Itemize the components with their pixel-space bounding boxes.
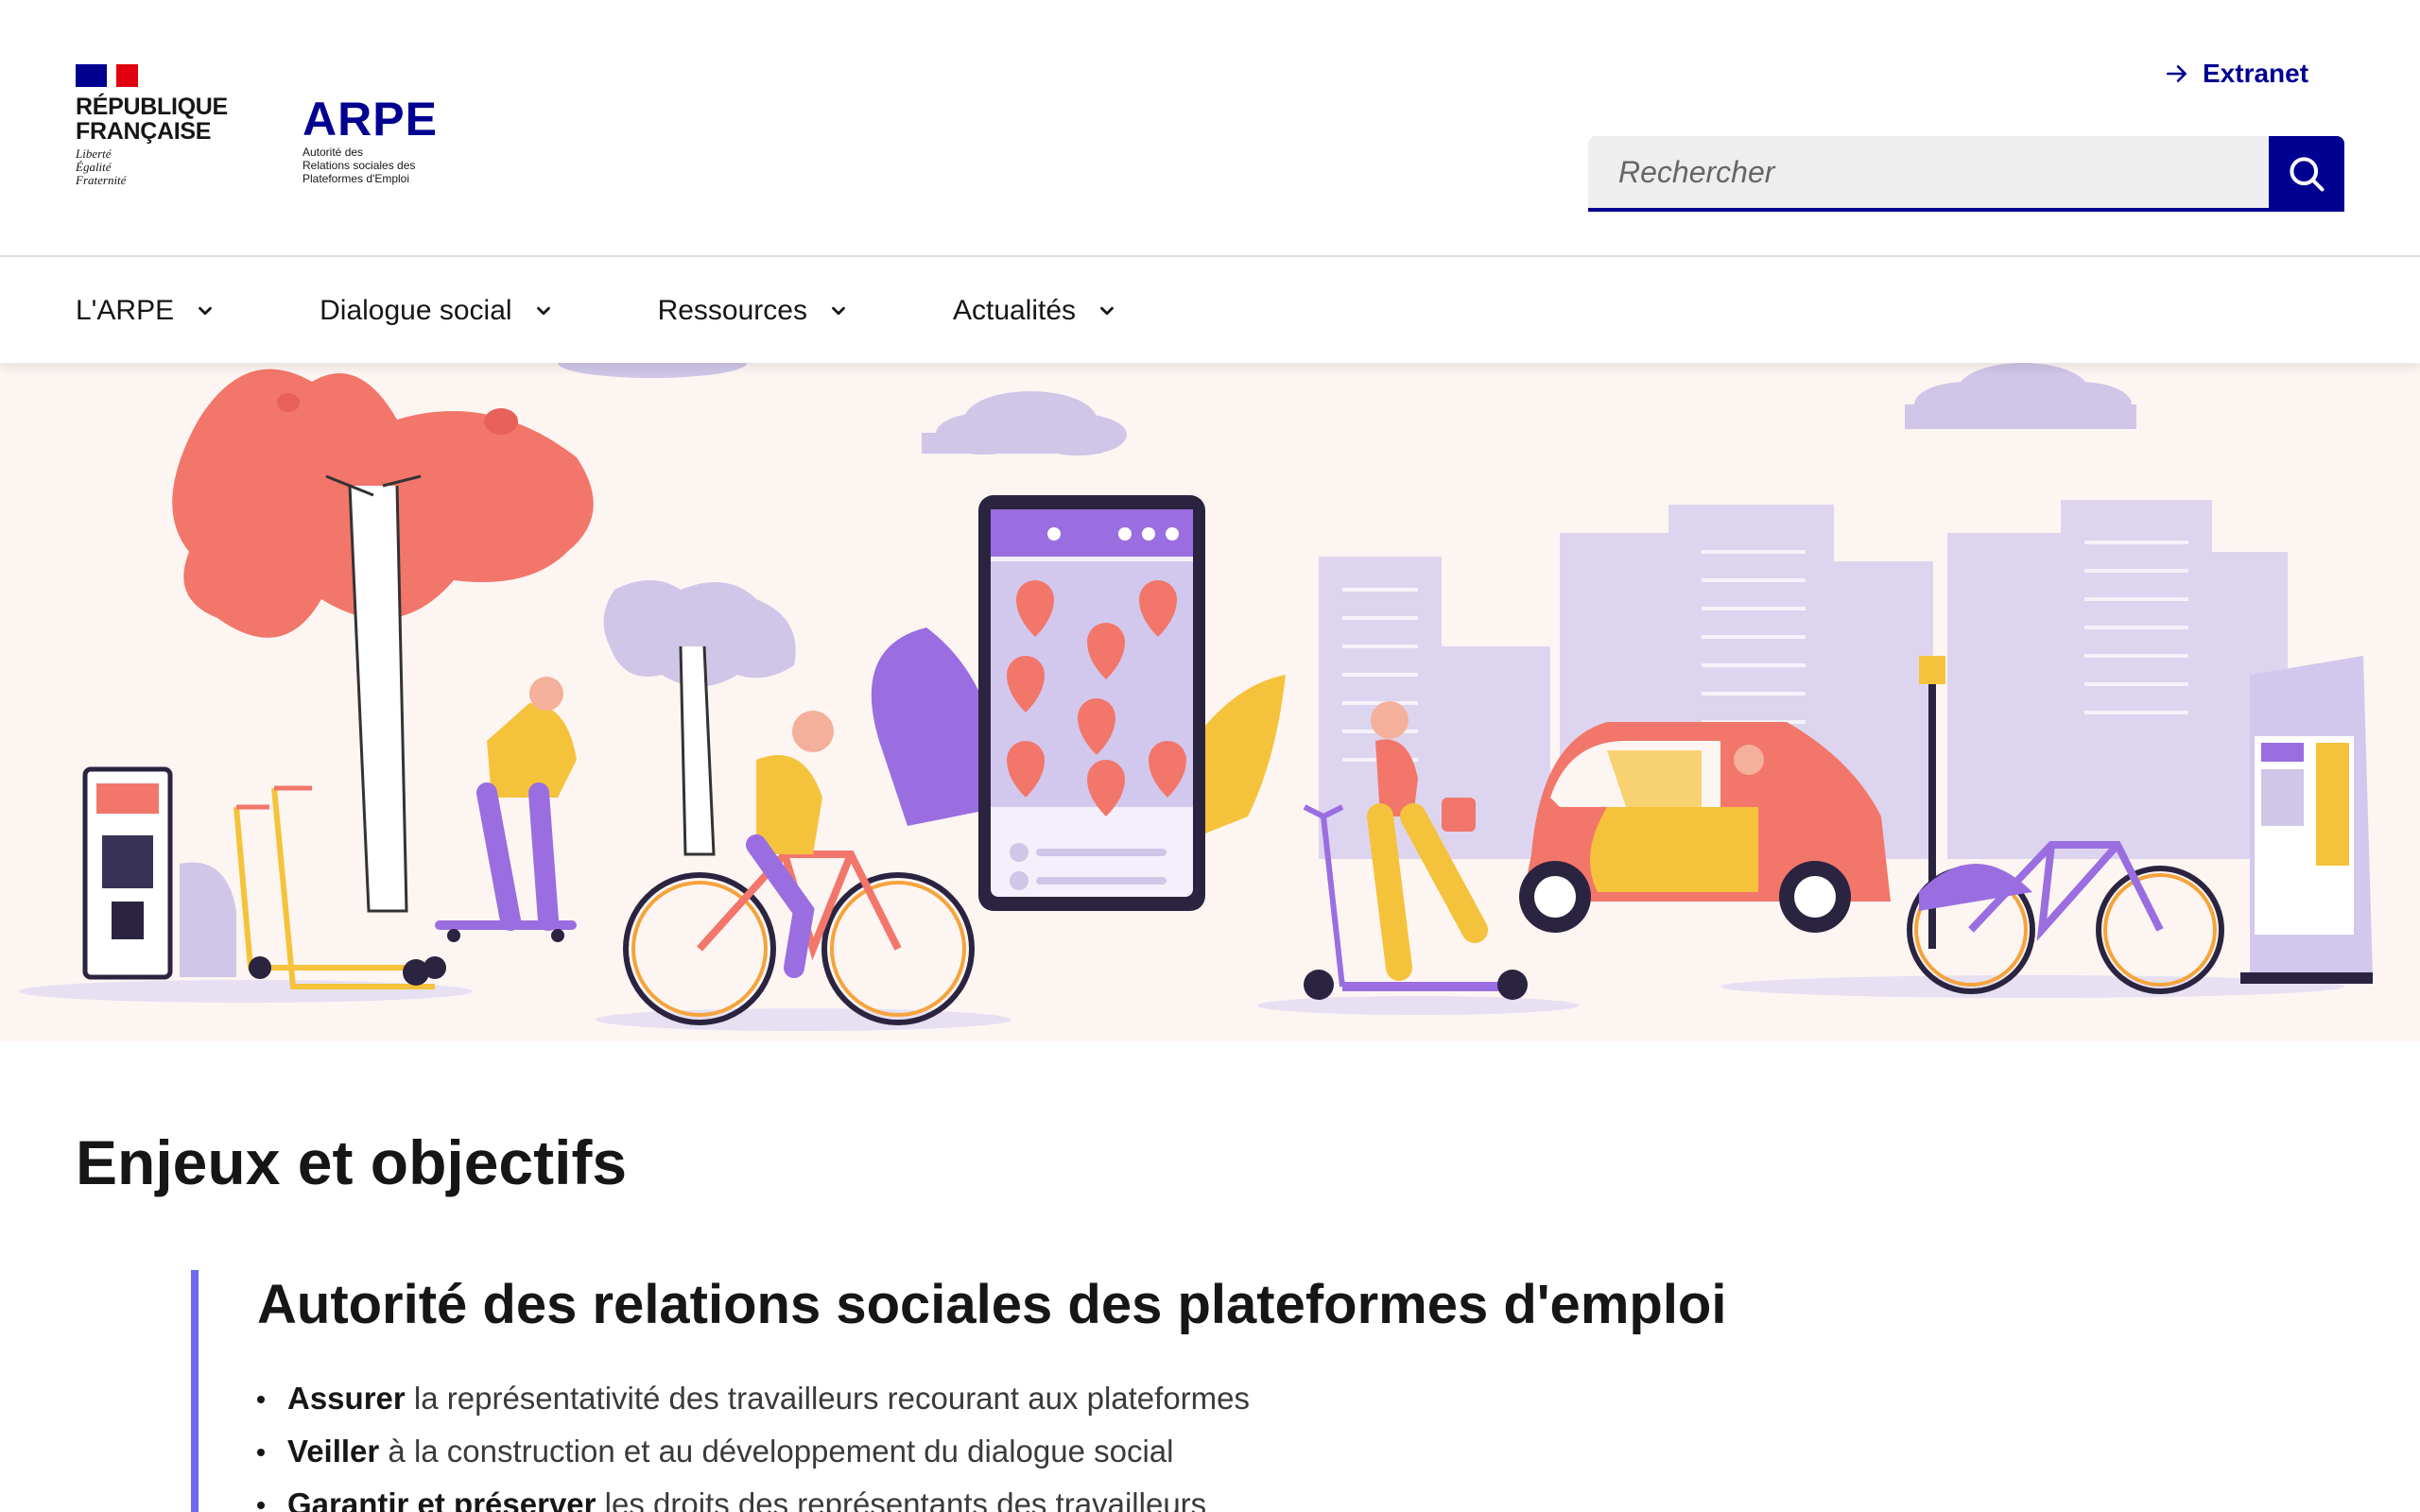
- nav-item-label: Ressources: [657, 295, 807, 326]
- arpe-logo[interactable]: ARPE Autorité des Relations sociales des…: [302, 93, 438, 185]
- search-button[interactable]: [2269, 136, 2344, 212]
- page-title: Enjeux et objectifs: [76, 1127, 628, 1197]
- chevron-down-icon: [1100, 306, 1114, 316]
- hero-illustration: [19, 363, 2373, 1031]
- arpe-tagline: Autorité des Relations sociales des Plat…: [302, 146, 416, 185]
- arpe-wordmark: ARPE: [302, 93, 438, 146]
- chevron-down-icon: [536, 306, 550, 316]
- search-bar: [1588, 136, 2344, 212]
- callout-block: Autorité des relations sociales des plat…: [191, 1270, 2271, 1512]
- extranet-label: Extranet: [2203, 59, 2309, 88]
- arrow-right-icon: [2166, 65, 2187, 82]
- republique-motto: Liberté Égalité Fraternité: [76, 146, 127, 187]
- extranet-link[interactable]: Extranet: [2165, 57, 2308, 91]
- search-icon: [2290, 157, 2325, 192]
- list-item: Assurer la représentativité des travaill…: [257, 1372, 2271, 1425]
- hero-banner: [0, 363, 2420, 1041]
- callout-title: Autorité des relations sociales des plat…: [257, 1274, 1727, 1335]
- list-item: Garantir et préserver les droits des rep…: [257, 1478, 2271, 1512]
- main-navigation: L'ARPE Dialogue social Ressources Actual…: [0, 259, 2420, 363]
- nav-item-dialogue-social[interactable]: Dialogue social: [320, 259, 553, 363]
- nav-item-label: Dialogue social: [320, 295, 512, 326]
- nav-item-ressources[interactable]: Ressources: [658, 259, 849, 363]
- objectives-list: Assurer la représentativité des travaill…: [257, 1372, 2271, 1512]
- chevron-down-icon: [832, 306, 845, 316]
- site-header: RÉPUBLIQUE FRANÇAISE Liberté Égalité Fra…: [0, 0, 2420, 257]
- search-input[interactable]: [1588, 136, 2269, 212]
- nav-item-actualites[interactable]: Actualités: [953, 259, 1117, 363]
- nav-item-arpe[interactable]: L'ARPE: [76, 259, 216, 363]
- nav-item-label: Actualités: [952, 295, 1077, 326]
- nav-item-label: L'ARPE: [76, 295, 175, 326]
- list-item: Veiller à la construction et au développ…: [257, 1425, 2271, 1478]
- cloud-icon: [558, 363, 2136, 455]
- marianne-flag-icon: [76, 64, 138, 87]
- chevron-down-icon: [199, 306, 212, 316]
- republique-francaise-logo[interactable]: RÉPUBLIQUE FRANÇAISE Liberté Égalité Fra…: [76, 64, 228, 187]
- republique-name: RÉPUBLIQUE FRANÇAISE: [76, 94, 228, 145]
